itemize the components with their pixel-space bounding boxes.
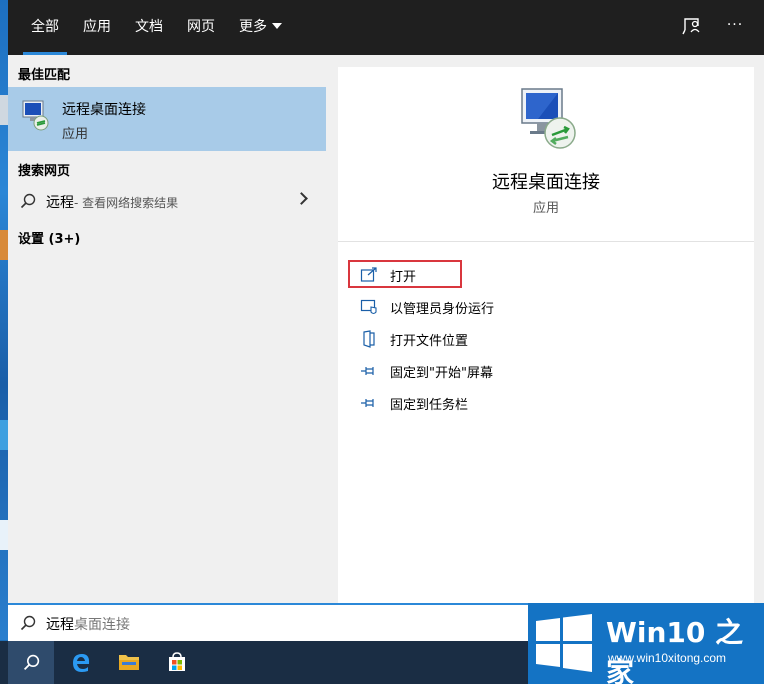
chevron-right-icon[interactable] [295, 192, 308, 205]
taskbar-file-explorer-button[interactable] [106, 641, 152, 684]
watermark-title: Win10 之家 [606, 616, 744, 684]
search-tab-bar: 全部 应用 文档 网页 更多 ··· [8, 0, 764, 55]
divider [338, 241, 754, 242]
web-search-result[interactable]: 远程 - 查看网络搜索结果 [8, 185, 326, 217]
results-list: 最佳匹配 远程桌面连接 应用 搜索网页 远程 - 查看网络搜索结果 设置 (3+… [8, 55, 326, 603]
windows-logo-icon [536, 614, 592, 672]
settings-header[interactable]: 设置 (3+) [18, 228, 80, 247]
tab-web[interactable]: 网页 [187, 0, 215, 55]
folder-icon [119, 655, 139, 670]
best-match-title: 远程桌面连接 [62, 102, 146, 118]
pin-icon [361, 367, 374, 375]
app-type: 应用 [532, 201, 559, 216]
watermark-url: www.win10xitong.com [608, 651, 727, 665]
search-icon [23, 654, 40, 671]
action-pin-to-taskbar[interactable]: 固定到任务栏 [360, 389, 660, 417]
chevron-down-icon [272, 23, 282, 29]
tab-apps[interactable]: 应用 [83, 0, 111, 55]
best-match-subtitle: 应用 [62, 127, 89, 142]
open-icon [360, 267, 377, 282]
taskbar-search-button[interactable] [8, 641, 54, 684]
taskbar-store-button[interactable] [154, 641, 200, 684]
action-open-file-location[interactable]: 打开文件位置 [360, 325, 660, 353]
web-search-header: 搜索网页 [18, 164, 71, 179]
search-autocomplete-text: 桌面连接 [74, 617, 130, 633]
more-options-icon[interactable]: ··· [724, 14, 746, 36]
search-icon [20, 615, 36, 631]
remote-desktop-icon [22, 100, 49, 131]
web-search-hint: - 查看网络搜索结果 [74, 196, 179, 210]
search-text: 远程桌面连接 [46, 614, 130, 634]
desktop-icon-fragment [0, 420, 8, 450]
search-typed-text: 远程 [46, 617, 74, 633]
app-detail-card: 远程桌面连接 应用 打开 以管理员身份运行 打开文件位置 固定到"开始"屏幕 固… [338, 67, 754, 603]
file-location-icon [363, 330, 375, 348]
tab-documents[interactable]: 文档 [135, 0, 163, 55]
search-icon [20, 193, 36, 209]
taskbar-edge-button[interactable] [58, 641, 104, 684]
tab-more[interactable]: 更多 [239, 0, 282, 55]
tab-all[interactable]: 全部 [23, 0, 67, 55]
shield-run-icon [360, 299, 377, 315]
remote-desktop-icon [521, 88, 576, 149]
store-icon [169, 652, 185, 671]
web-search-query: 远程 [46, 195, 74, 211]
best-match-header: 最佳匹配 [18, 68, 71, 83]
action-pin-to-start[interactable]: 固定到"开始"屏幕 [360, 357, 660, 385]
action-run-as-admin[interactable]: 以管理员身份运行 [360, 293, 660, 321]
watermark: Win10 之家 www.win10xitong.com [528, 603, 764, 684]
desktop-icon-fragment [0, 230, 8, 260]
desktop-icon-fragment [0, 95, 8, 125]
desktop-icon-fragment [0, 520, 8, 550]
action-open[interactable]: 打开 [360, 261, 660, 289]
pin-icon [361, 399, 374, 407]
feedback-icon[interactable] [681, 16, 703, 38]
best-match-item[interactable]: 远程桌面连接 应用 [8, 87, 326, 151]
app-title: 远程桌面连接 [492, 172, 600, 193]
edge-browser-icon [73, 654, 90, 672]
